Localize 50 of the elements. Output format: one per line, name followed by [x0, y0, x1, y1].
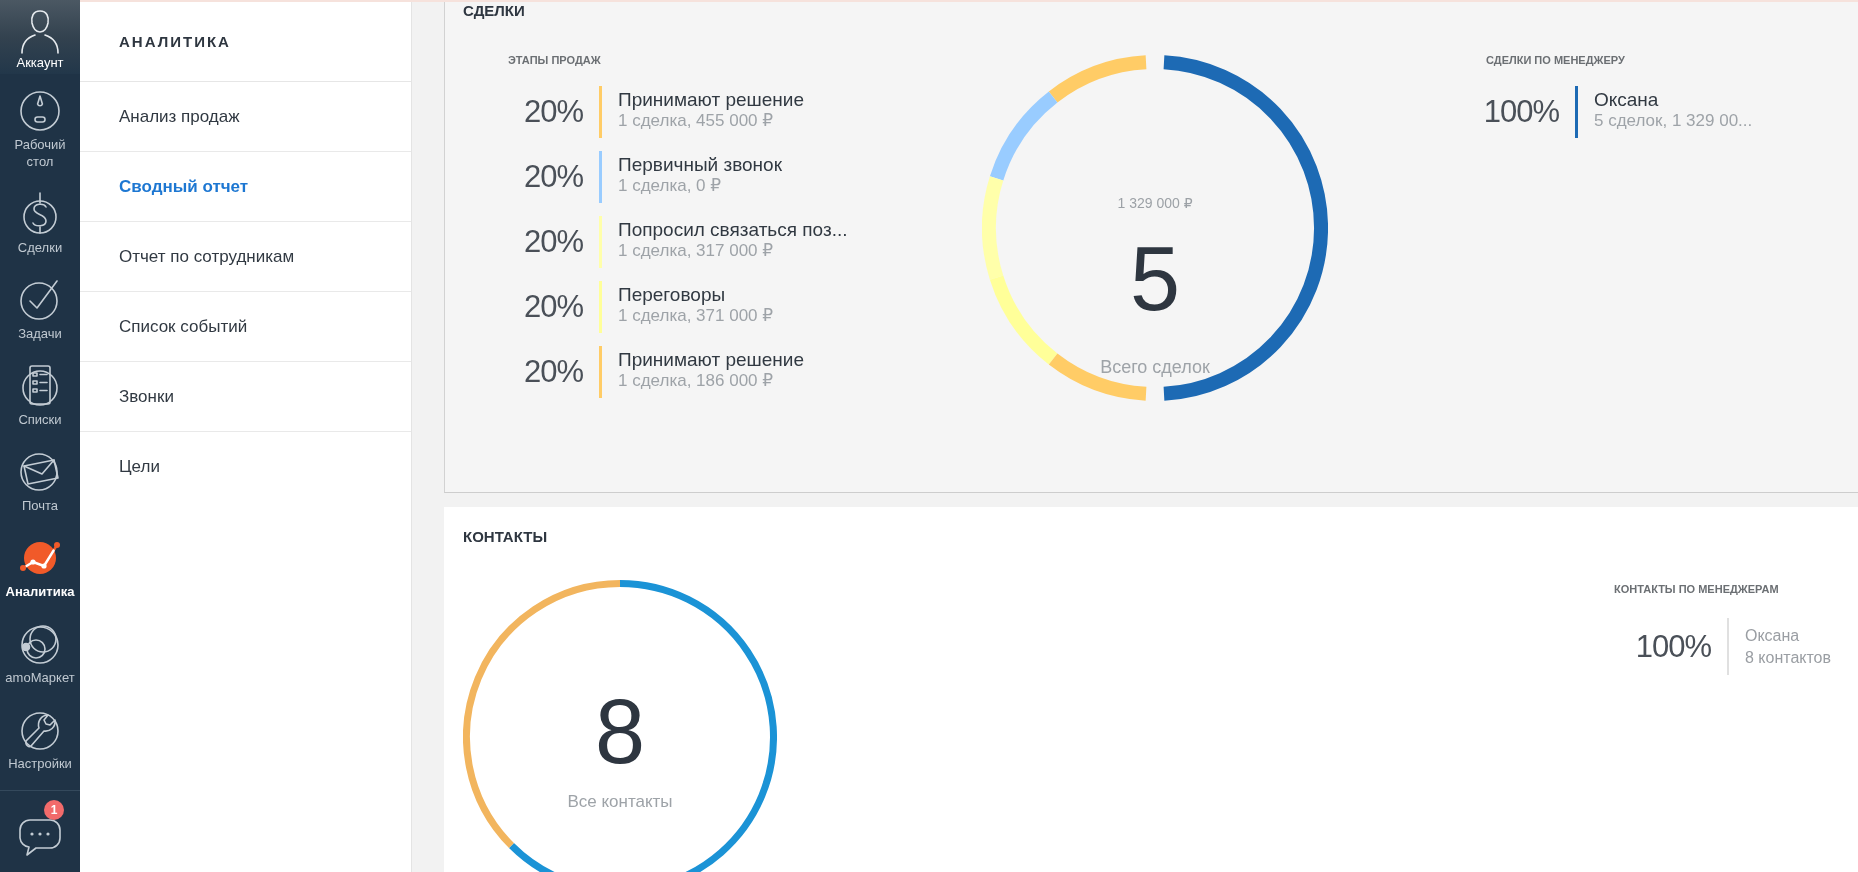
- avatar-icon: [20, 8, 60, 54]
- nav-item[interactable]: Аналитика: [0, 521, 80, 607]
- nav-item[interactable]: Списки: [0, 349, 80, 435]
- nav-item[interactable]: Задачи: [0, 263, 80, 349]
- stage-details: 1 сделка, 317 000 ₽: [618, 241, 775, 261]
- percent-value: 20%: [522, 159, 583, 195]
- nav-item[interactable]: amoМаркет: [0, 607, 80, 693]
- account-button[interactable]: Аккаунт: [0, 0, 80, 74]
- menu-title: АНАЛИТИКА: [119, 32, 231, 51]
- section-title: КОНТАКТЫ: [463, 529, 548, 545]
- notification-badge: 1: [44, 799, 64, 820]
- stage-name: Принимают решение: [618, 349, 804, 371]
- total-count: 8: [594, 687, 646, 777]
- column-heading: КОНТАКТЫ ПО МЕНЕДЖЕРАМ: [1613, 583, 1779, 595]
- percent-value: 20%: [522, 224, 583, 260]
- percent-value: 100%: [1634, 628, 1711, 665]
- column-heading: ЭТАПЫ ПРОДАЖ: [508, 54, 601, 66]
- stage-details: 1 сделка, 186 000 ₽: [618, 371, 775, 391]
- percent-value: 20%: [522, 289, 583, 325]
- total-count: 5: [1129, 234, 1181, 324]
- menu-link[interactable]: Список событий: [119, 315, 248, 338]
- nav-item[interactable]: Настройки: [0, 693, 80, 779]
- stage-name: Переговоры: [618, 284, 727, 306]
- column-heading: СДЕЛКИ ПО МЕНЕДЖЕРУ: [1485, 54, 1625, 66]
- manager-name: Оксана: [1744, 626, 1801, 646]
- gauge-icon[interactable]: [18, 88, 62, 132]
- stage-details: 1 сделка, 0 ₽: [618, 176, 723, 196]
- nav-item[interactable]: Сделки: [0, 177, 80, 263]
- contact-count: 8 контактов: [1744, 648, 1831, 668]
- stage-name: Попросил связаться поз...: [618, 219, 848, 241]
- manager-name: Оксана: [1594, 89, 1660, 111]
- stage-details: 1 сделка, 455 000 ₽: [618, 111, 775, 131]
- total-amount: 1 329 000 ₽: [1117, 195, 1193, 211]
- menu-link[interactable]: Цели: [119, 456, 160, 478]
- total-label: Все контакты: [567, 792, 673, 812]
- menu-link[interactable]: Звонки: [119, 385, 174, 408]
- stage-name: Первичный звонок: [618, 154, 782, 176]
- percent-value: 20%: [522, 354, 583, 390]
- percent-value: 100%: [1482, 94, 1559, 130]
- menu-link[interactable]: Анализ продаж: [119, 105, 240, 128]
- stage-name: Принимают решение: [618, 89, 804, 111]
- menu-link[interactable]: Сводный отчет: [119, 175, 249, 198]
- percent-value: 20%: [522, 94, 583, 130]
- total-label: Всего сделок: [1100, 357, 1210, 377]
- manager-details: 5 сделок, 1 329 00...: [1594, 111, 1753, 131]
- nav-item[interactable]: Почта: [0, 435, 80, 521]
- stage-details: 1 сделка, 371 000 ₽: [618, 306, 774, 326]
- menu-link[interactable]: Отчет по сотрудникам: [119, 245, 295, 268]
- nav-item[interactable]: Рабочий стол: [0, 74, 80, 177]
- section-title: СДЕЛКИ: [463, 3, 525, 19]
